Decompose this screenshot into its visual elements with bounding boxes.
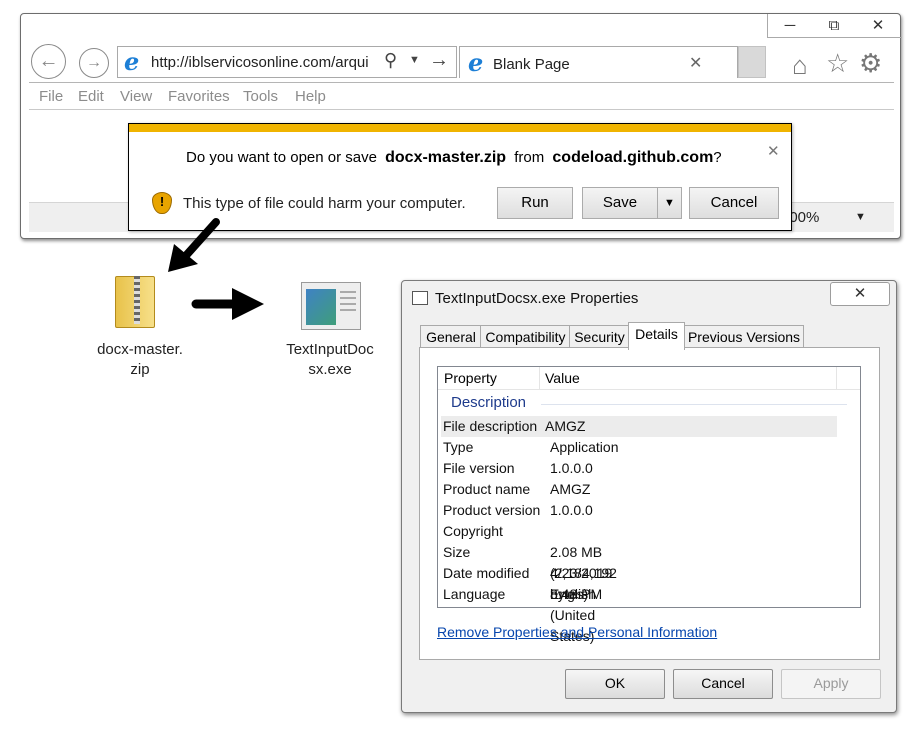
download-file-name: docx-master.zip [385, 149, 507, 166]
ok-button[interactable]: OK [565, 669, 665, 699]
new-tab-button[interactable] [738, 46, 766, 78]
row-value: Application [550, 439, 619, 455]
row-key: Date modified [443, 565, 530, 581]
row-key: Type [443, 439, 474, 455]
col-value-header[interactable]: Value [545, 367, 580, 389]
exe-file-icon[interactable] [301, 282, 361, 330]
dialog-close-icon[interactable]: ✕ [830, 282, 890, 306]
section-description: Description [451, 394, 527, 411]
exe-label-line1: TextInputDoc [286, 341, 374, 358]
save-dropdown-button[interactable]: ▼ [657, 187, 682, 219]
menu-tools[interactable]: Tools [243, 88, 278, 105]
menu-edit[interactable]: Edit [78, 88, 104, 105]
tab-close-icon[interactable]: ✕ [689, 53, 702, 73]
row-key: File version [443, 460, 515, 476]
notification-close-icon[interactable]: ✕ [767, 142, 780, 160]
download-host: codeload.github.com [552, 149, 714, 166]
exe-file-label: TextInputDoc sx.exe [270, 340, 390, 380]
menu-file[interactable]: File [39, 88, 63, 105]
restore-icon[interactable]: ⧉ [812, 14, 856, 37]
table-row[interactable]: File version 1.0.0.0 [443, 458, 593, 479]
details-list[interactable]: Property Value Description File descript… [437, 366, 861, 644]
table-row[interactable]: Product version 1.0.0.0 [443, 500, 593, 521]
exe-label-line2: sx.exe [308, 361, 352, 378]
address-bar[interactable]: e http://iblservicosonline.com/arqui ⚲ ▼… [117, 46, 457, 78]
zip-file-label: docx-master. zip [80, 340, 200, 380]
tab-details[interactable]: Details [628, 322, 685, 350]
arrow-right-icon [191, 288, 264, 320]
arrow-down-left-icon [168, 218, 220, 272]
search-icon[interactable]: ⚲ [384, 50, 397, 71]
settings-gear-icon[interactable]: ⚙ [859, 48, 882, 79]
row-key: File description [443, 418, 538, 434]
minimize-icon[interactable]: ─ [768, 14, 812, 37]
menu-help[interactable]: Help [295, 88, 326, 105]
ie-logo-icon: e [124, 47, 140, 76]
app-icon [412, 291, 428, 305]
properties-dialog: TextInputDocsx.exe Properties ✕ General … [401, 280, 897, 713]
ie-tab-icon: e [468, 48, 484, 77]
back-button[interactable]: ← [31, 44, 66, 79]
security-warning: This type of file could harm your comput… [183, 195, 466, 212]
caption-buttons: ─ ⧉ ✕ [767, 14, 902, 38]
table-row[interactable]: File description AMGZ [441, 416, 837, 437]
tab-title: Blank Page [493, 56, 570, 73]
go-arrow-icon[interactable]: → [429, 49, 449, 72]
table-row[interactable]: Type Application [443, 437, 619, 458]
cancel-button[interactable]: Cancel [673, 669, 773, 699]
zip-file-icon[interactable] [113, 274, 157, 330]
run-button[interactable]: Run [497, 187, 573, 219]
list-header: Property Value [438, 367, 860, 390]
zip-label-line2: zip [130, 361, 150, 378]
row-key: Size [443, 544, 471, 560]
details-panel: Property Value Description File descript… [419, 347, 880, 660]
menu-bar: File Edit View Favorites Tools Help [29, 82, 894, 110]
table-row[interactable]: Product name AMGZ [443, 479, 590, 500]
prompt-prefix: Do you want to open or save [186, 149, 377, 166]
address-url[interactable]: http://iblservicosonline.com/arqui [151, 54, 381, 71]
tab-blank-page[interactable]: e Blank Page ✕ [459, 46, 738, 78]
forward-arrow-icon: → [86, 54, 102, 71]
menu-favorites[interactable]: Favorites [168, 88, 230, 105]
menu-view[interactable]: View [120, 88, 152, 105]
dropdown-icon[interactable]: ▼ [409, 54, 420, 66]
row-key: Product version [443, 502, 541, 518]
table-row[interactable]: Language English (United States) [443, 584, 596, 644]
table-row[interactable]: Copyright [443, 521, 503, 542]
shield-warning-icon: ! [152, 192, 172, 214]
notification-accent [129, 124, 791, 132]
home-icon[interactable]: ⌂ [792, 50, 808, 81]
row-key: Product name [443, 481, 531, 497]
section-divider [541, 404, 847, 405]
col-property-header[interactable]: Property [444, 367, 497, 389]
apply-button[interactable]: Apply [781, 669, 881, 699]
table-row[interactable]: Size 2.08 MB (2,184,192 bytes) [443, 542, 617, 602]
remove-properties-link[interactable]: Remove Properties and Personal Informati… [437, 624, 717, 640]
table-row[interactable]: Date modified 4/23/2019 8:48 PM [443, 563, 612, 602]
row-key: Copyright [443, 523, 503, 539]
dialog-title: TextInputDocsx.exe Properties [435, 290, 639, 307]
prompt-from: from [514, 149, 545, 166]
chevron-down-icon: ▼ [664, 197, 675, 209]
favorites-star-icon[interactable]: ☆ [826, 48, 849, 79]
zip-label-line1: docx-master. [97, 341, 183, 358]
row-key: Language [443, 586, 506, 602]
prompt-suffix: ? [713, 149, 722, 166]
cancel-download-button[interactable]: Cancel [689, 187, 779, 219]
back-arrow-icon: ← [38, 50, 59, 72]
forward-button[interactable]: → [79, 48, 109, 78]
row-value: 1.0.0.0 [550, 460, 593, 476]
row-value: AMGZ [550, 481, 591, 497]
download-prompt: Do you want to open or save docx-master.… [186, 149, 722, 167]
row-value: 1.0.0.0 [550, 502, 593, 518]
row-value: AMGZ [545, 418, 586, 434]
close-icon[interactable]: ✕ [856, 14, 900, 37]
save-button[interactable]: Save [582, 187, 658, 219]
zoom-dropdown-icon[interactable]: ▼ [855, 211, 866, 223]
